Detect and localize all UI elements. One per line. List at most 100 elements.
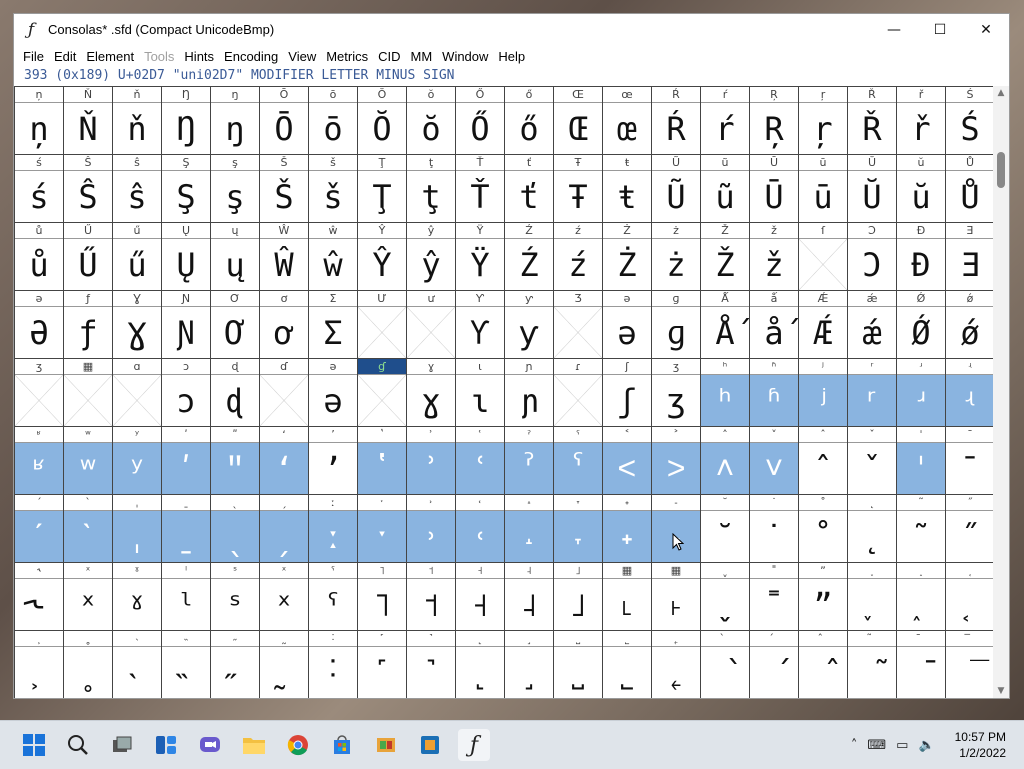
glyph-cell[interactable]: ˛ ˛ — [848, 495, 897, 563]
glyph-cell[interactable]: ʴʴ — [897, 359, 946, 427]
glyph-cell[interactable]: ˏˏ — [260, 495, 309, 563]
glyph-cell[interactable]: ņņ — [15, 87, 64, 155]
glyph-cell[interactable]: ʿʿ — [456, 427, 505, 495]
glyph-cell[interactable]: ˞ ˞ — [15, 563, 64, 631]
glyph-cell[interactable]: ǻǻ — [750, 291, 799, 359]
glyph-cell[interactable]: ŇŇ — [64, 87, 113, 155]
vertical-scrollbar[interactable]: ▲ ▼ — [993, 86, 1009, 698]
glyph-grid[interactable]: ņņŇŇňňŊŊŋŋŌŌōōŎŎŏŏŐŐőőŒŒœœŔŔŕŕŖŖŗŗŘŘřřŚŚ… — [14, 86, 994, 698]
glyph-cell[interactable]: əə — [309, 359, 358, 427]
glyph-cell[interactable]: ˴ ˴ — [113, 631, 162, 698]
menu-edit[interactable]: Edit — [49, 49, 81, 64]
glyph-cell[interactable]: ˀˀ — [505, 427, 554, 495]
glyph-cell[interactable]: ŲŲ — [162, 223, 211, 291]
task-view-icon[interactable] — [106, 729, 138, 761]
glyph-cell[interactable]: ɖɖ — [211, 359, 260, 427]
glyph-cell[interactable]: ŕŕ — [701, 87, 750, 155]
glyph-cell[interactable]: ɡɡ — [652, 291, 701, 359]
glyph-cell[interactable]: ťť — [505, 155, 554, 223]
glyph-cell[interactable]: ▦ ˪ — [603, 563, 652, 631]
glyph-cell[interactable]: ŚŚ — [946, 87, 994, 155]
glyph-cell[interactable]: ˻ ˻ — [456, 631, 505, 698]
glyph-cell[interactable]: ɩɩ — [456, 359, 505, 427]
glyph-cell[interactable]: şş — [211, 155, 260, 223]
glyph-cell[interactable]: űű — [113, 223, 162, 291]
glyph-cell[interactable]: ˳ ˳ — [64, 631, 113, 698]
glyph-cell[interactable]: əə — [603, 291, 652, 359]
menu-encoding[interactable]: Encoding — [219, 49, 283, 64]
glyph-cell[interactable]: śś — [15, 155, 64, 223]
glyph-cell[interactable]: ʵʵ — [946, 359, 994, 427]
glyph-cell[interactable]: ŌŌ — [260, 87, 309, 155]
glyph-cell[interactable]: ŮŮ — [946, 155, 994, 223]
glyph-cell[interactable]: ǺǺ — [701, 291, 750, 359]
glyph-cell[interactable]: ŠŠ — [260, 155, 309, 223]
glyph-cell[interactable]: ̀̀ — [701, 631, 750, 698]
glyph-cell[interactable]: ˄ ˄ — [701, 427, 750, 495]
glyph-cell[interactable]: ůů — [15, 223, 64, 291]
glyph-cell[interactable]: ʷʷ — [64, 427, 113, 495]
file-explorer-icon[interactable] — [238, 729, 270, 761]
glyph-cell[interactable]: ųų — [211, 223, 260, 291]
glyph-cell[interactable]: ˆˆ — [799, 427, 848, 495]
glyph-cell[interactable]: ˍˍ — [162, 495, 211, 563]
glyph-cell[interactable]: ɾ — [554, 359, 603, 427]
glyph-cell[interactable]: ˸ ˸ — [309, 631, 358, 698]
glyph-cell[interactable]: ŏŏ — [407, 87, 456, 155]
menu-file[interactable]: File — [18, 49, 49, 64]
glyph-cell[interactable]: ˼ ˼ — [505, 631, 554, 698]
minimize-icon[interactable]: — — [871, 14, 917, 45]
chrome-icon[interactable] — [282, 729, 314, 761]
glyph-cell[interactable]: ʲʲ — [799, 359, 848, 427]
glyph-cell[interactable]: ˱ ˱ — [946, 563, 994, 631]
glyph-cell[interactable]: ʾʾ — [407, 427, 456, 495]
glyph-cell[interactable]: ʹʹ — [162, 427, 211, 495]
glyph-cell[interactable]: ţţ — [407, 155, 456, 223]
glyph-cell[interactable]: ˖ ˖ — [603, 495, 652, 563]
glyph-cell[interactable]: ŸŸ — [456, 223, 505, 291]
keyboard-icon[interactable]: ⌨ — [867, 738, 886, 753]
glyph-cell[interactable]: žž — [750, 223, 799, 291]
glyph-cell[interactable]: ǼǼ — [799, 291, 848, 359]
glyph-cell[interactable]: ̄̄ — [897, 631, 946, 698]
glyph-cell[interactable]: ŞŞ — [162, 155, 211, 223]
glyph-cell[interactable]: ʸʸ — [113, 427, 162, 495]
glyph-cell[interactable]: ƔƔ — [113, 291, 162, 359]
glyph-cell[interactable]: əƏ — [15, 291, 64, 359]
glyph-cell[interactable]: ▦ — [64, 359, 113, 427]
glyph-cell[interactable]: ŖŖ — [750, 87, 799, 155]
glyph-cell[interactable]: ĐĐ — [897, 223, 946, 291]
menu-cid[interactable]: CID — [373, 49, 405, 64]
glyph-cell[interactable]: ˮˮ — [799, 563, 848, 631]
maximize-icon[interactable]: ☐ — [917, 14, 963, 45]
title-bar[interactable]: ƒ Consolas* .sfd (Compact UnicodeBmp) — … — [14, 14, 1009, 45]
glyph-cell[interactable]: ŭŭ — [897, 155, 946, 223]
glyph-cell[interactable]: ˵ ˵ — [162, 631, 211, 698]
glyph-cell[interactable]: ˢˢ — [211, 563, 260, 631]
glyph-cell[interactable]: ̅̅ — [946, 631, 994, 698]
chevron-up-icon[interactable]: ˄ — [851, 738, 858, 753]
glyph-cell[interactable]: ʃʃ — [603, 359, 652, 427]
glyph-cell[interactable]: ɑ — [113, 359, 162, 427]
glyph-cell[interactable]: ʒʒ — [652, 359, 701, 427]
glyph-cell[interactable]: ʺʺ — [211, 427, 260, 495]
glyph-cell[interactable]: ŔŔ — [652, 87, 701, 155]
glyph-cell[interactable]: řř — [897, 87, 946, 155]
glyph-cell[interactable]: ʼʼ — [309, 427, 358, 495]
glyph-cell[interactable]: ˇˇ — [848, 427, 897, 495]
glyph-cell[interactable]: ˭ ˭ — [750, 563, 799, 631]
menu-hints[interactable]: Hints — [179, 49, 219, 64]
glyph-cell[interactable]: ŨŨ — [652, 155, 701, 223]
glyph-cell[interactable]: ŘŘ — [848, 87, 897, 155]
glyph-cell[interactable]: šš — [309, 155, 358, 223]
network-icon[interactable]: ▭ — [896, 738, 908, 753]
glyph-cell[interactable]: ũũ — [701, 155, 750, 223]
volume-icon[interactable]: 🔈 — [918, 738, 934, 753]
glyph-cell[interactable]: ɲɲ — [505, 359, 554, 427]
glyph-cell[interactable]: ǽǽ — [848, 291, 897, 359]
glyph-cell[interactable]: ŹŹ — [505, 223, 554, 291]
menu-tools[interactable]: Tools — [139, 49, 179, 64]
glyph-cell[interactable]: ˔ ˔ — [505, 495, 554, 563]
glyph-cell[interactable]: Ư — [358, 291, 407, 359]
glyph-cell[interactable]: ̂̂ — [799, 631, 848, 698]
